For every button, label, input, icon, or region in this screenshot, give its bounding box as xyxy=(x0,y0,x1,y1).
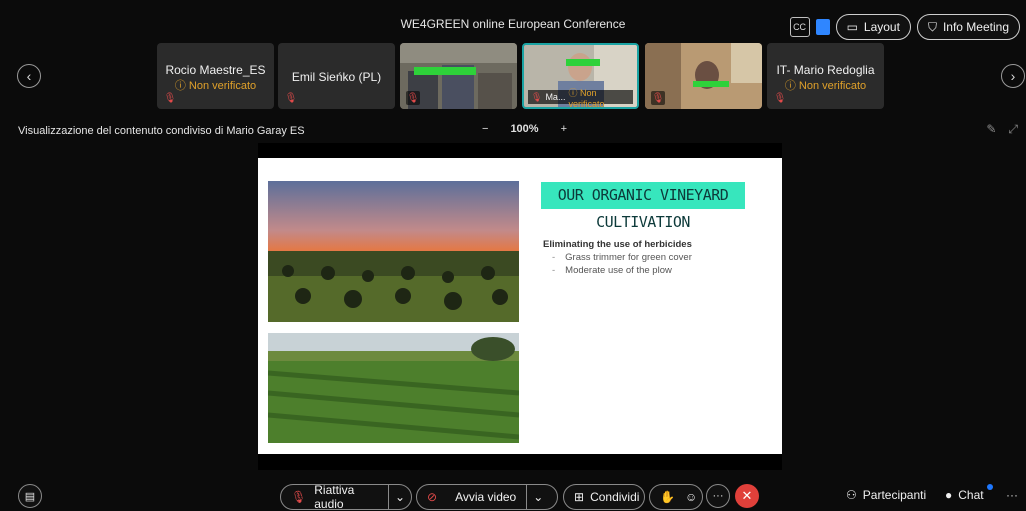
ellipsis-icon: ··· xyxy=(1006,488,1018,502)
vineyard-sunset-photo xyxy=(268,181,519,322)
end-call-button[interactable]: ✕ xyxy=(735,484,759,508)
muted-mic-icon: 🎙 xyxy=(651,91,665,105)
unread-indicator xyxy=(987,484,993,490)
slide-bullet: - Moderate use of the plow xyxy=(552,265,672,276)
fullscreen-icon[interactable]: ⤢ xyxy=(1008,122,1018,137)
zoom-in-button[interactable]: + xyxy=(561,123,567,135)
ellipsis-icon: ··· xyxy=(712,490,724,502)
video-off-icon: ⊘ xyxy=(427,490,438,504)
start-video-button[interactable]: ⊘ Avvia video xyxy=(417,485,526,509)
participant-label: 🎙 Ma... ⓘ Non verificato xyxy=(528,88,633,107)
slide-heading: OUR ORGANIC VINEYARD CULTIVATION xyxy=(541,182,745,231)
verification-status: ⓘ Non verificato xyxy=(568,87,605,109)
audio-control: 🎙 Riattiva audio ⌄ xyxy=(280,483,412,511)
layout-icon: ▭ xyxy=(846,20,858,34)
close-icon: ✕ xyxy=(741,488,753,503)
closed-captions-button[interactable]: CC xyxy=(789,17,810,37)
reactions-group: ✋ ☺ xyxy=(649,484,703,510)
muted-mic-icon: 🎙 xyxy=(284,92,298,104)
captions-button[interactable]: ▤ xyxy=(18,484,42,508)
participant-name: Emil Sieńko (PL) xyxy=(291,70,382,84)
participant-tile[interactable]: Rocio Maestre_ES ⓘ Non verificato 🎙 xyxy=(157,43,274,109)
zoom-controls: − 100% + xyxy=(482,123,567,135)
chevron-down-icon: ⌄ xyxy=(533,490,544,504)
participant-video-tile[interactable]: 🎙 xyxy=(645,43,762,109)
participant-name: Rocio Maestre_ES xyxy=(165,63,266,77)
audio-options-button[interactable]: ⌄ xyxy=(389,485,411,509)
previous-participants-button[interactable]: ‹ xyxy=(17,64,41,88)
layout-button[interactable]: ▭ Layout xyxy=(835,14,911,40)
slide-bullet: - Grass trimmer for green cover xyxy=(552,252,692,263)
zoom-out-button[interactable]: − xyxy=(482,123,488,135)
next-participants-button[interactable]: › xyxy=(1001,64,1025,88)
muted-mic-icon: 🎙 xyxy=(773,92,787,104)
muted-mic-icon: 🎙 xyxy=(163,92,177,104)
share-tools: ✎ ⤢ xyxy=(986,122,1018,137)
whiteboard-icon[interactable] xyxy=(815,19,830,35)
video-control: ⊘ Avvia video ⌄ xyxy=(416,484,558,510)
chevron-left-icon: ‹ xyxy=(26,68,32,84)
vineyard-rows-photo xyxy=(268,333,519,443)
chat-button[interactable]: ● Chat xyxy=(945,488,984,502)
reactions-icon[interactable]: ☺ xyxy=(685,490,697,504)
participant-video-tile[interactable]: 🎙 xyxy=(400,43,517,109)
slide-subheading: Eliminating the use of herbicides xyxy=(543,239,692,250)
video-options-button[interactable]: ⌄ xyxy=(527,485,549,509)
more-options-button[interactable]: ··· xyxy=(706,484,730,508)
shield-icon: ⛉ xyxy=(927,19,937,34)
chevron-right-icon: › xyxy=(1010,68,1016,84)
participant-name: IT- Mario Redoglia xyxy=(776,63,875,77)
participant-tile[interactable]: Emil Sieńko (PL) 🎙 xyxy=(278,43,395,109)
raise-hand-icon[interactable]: ✋ xyxy=(660,490,675,504)
overflow-menu-button[interactable]: ··· xyxy=(1006,488,1018,502)
share-button[interactable]: ⊞ Condividi xyxy=(563,484,645,510)
chevron-down-icon: ⌄ xyxy=(394,490,405,504)
zoom-level: 100% xyxy=(510,123,539,135)
participant-video-tile-active[interactable]: 🎙 Ma... ⓘ Non verificato xyxy=(522,43,639,109)
unmute-button[interactable]: 🎙 Riattiva audio xyxy=(281,483,388,511)
chat-icon: ● xyxy=(945,488,953,502)
muted-mic-icon: 🎙 xyxy=(531,91,543,102)
participant-tile[interactable]: IT- Mario Redoglia ⓘ Non verificato 🎙 xyxy=(767,43,884,109)
captions-icon: ▤ xyxy=(24,490,36,503)
muted-mic-icon: 🎙 xyxy=(406,91,420,105)
annotate-icon[interactable]: ✎ xyxy=(986,122,996,137)
info-meeting-button[interactable]: ⛉ Info Meeting xyxy=(916,14,1020,40)
muted-mic-icon: 🎙 xyxy=(291,490,307,504)
top-actions: CC ▭ Layout ⛉ Info Meeting xyxy=(789,14,1020,40)
share-screen-icon: ⊞ xyxy=(574,490,585,504)
participants-icon: ⚇ xyxy=(846,488,857,502)
shared-content-title: Visualizzazione del contenuto condiviso … xyxy=(18,125,305,137)
participants-button[interactable]: ⚇ Partecipanti xyxy=(846,488,926,502)
